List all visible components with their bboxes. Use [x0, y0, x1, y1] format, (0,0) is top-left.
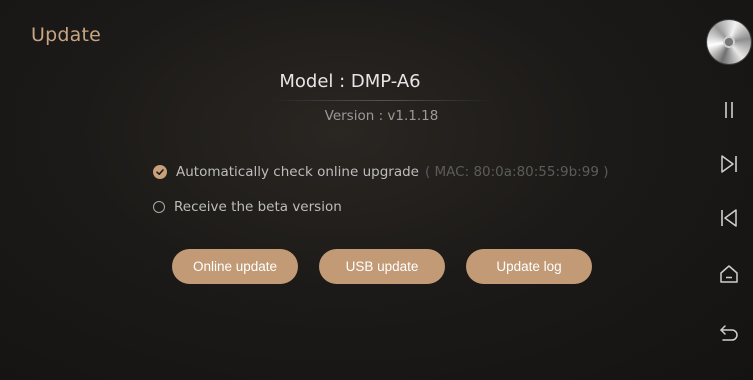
auto-check-label: Automatically check online upgrade: [176, 164, 419, 180]
update-log-button[interactable]: Update log: [466, 249, 592, 284]
radio-unchecked-icon[interactable]: [153, 201, 165, 213]
online-update-button[interactable]: Online update: [172, 249, 298, 284]
beta-label: Receive the beta version: [174, 199, 342, 215]
previous-track-icon[interactable]: [717, 206, 741, 230]
beta-option[interactable]: Receive the beta version: [153, 199, 342, 215]
version-label: Version : v1.1.18: [324, 108, 439, 124]
home-icon[interactable]: [717, 262, 741, 286]
model-label: Model : DMP-A6: [279, 71, 421, 92]
next-track-icon[interactable]: [717, 152, 741, 176]
mac-address: ( MAC: 80:0a:80:55:9b:99 ): [424, 164, 609, 180]
usb-update-button[interactable]: USB update: [319, 249, 445, 284]
back-icon[interactable]: [717, 320, 741, 344]
page-title: Update: [31, 24, 102, 46]
divider: [270, 100, 495, 101]
auto-check-option[interactable]: Automatically check online upgrade ( MAC…: [153, 164, 608, 180]
update-screen: Update Model : DMP-A6 Version : v1.1.18 …: [0, 0, 753, 380]
checkbox-checked-icon[interactable]: [153, 165, 167, 179]
pause-icon[interactable]: [717, 98, 741, 122]
disc-icon[interactable]: [707, 20, 751, 64]
playback-sidebar: [705, 0, 753, 380]
